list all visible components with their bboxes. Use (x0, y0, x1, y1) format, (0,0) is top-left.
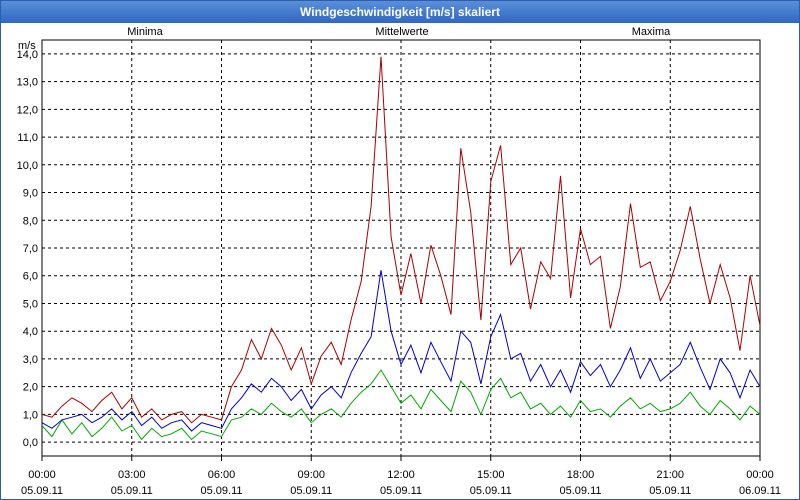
series-line-minima (41, 369, 761, 441)
x-tick-time: 06:00 (208, 469, 236, 481)
x-tick-time: 03:00 (118, 469, 146, 481)
x-tick-time: 00:00 (746, 469, 774, 481)
y-tick-label: 1,0 (23, 409, 38, 421)
x-tick-date: 05.09.11 (649, 485, 691, 497)
x-tick-time: 09:00 (297, 469, 325, 481)
y-tick-label: 7,0 (23, 243, 38, 255)
y-tick-label: 2,0 (23, 382, 38, 394)
x-tick-date: 05.09.11 (111, 485, 153, 497)
y-tick-label: 4,0 (23, 326, 38, 338)
line-chart: m/s 0,01,02,03,04,05,06,07,08,09,010,011… (17, 26, 781, 497)
y-tick-label: 6,0 (23, 271, 38, 283)
x-tick-date: 05.09.11 (200, 485, 242, 497)
x-tick-time: 21:00 (656, 469, 684, 481)
x-tick-time: 15:00 (477, 469, 505, 481)
x-tick-date: 05.09.11 (559, 485, 601, 497)
y-tick-label: 12,0 (17, 104, 38, 116)
x-tick-date: 05.09.11 (290, 485, 332, 497)
legend-entry: Minima (127, 26, 163, 38)
x-tick-time: 12:00 (387, 469, 415, 481)
x-tick-labels: 00:00 05.09.11 03:00 05.09.11 06:00 05.09.11 0… (21, 469, 781, 497)
y-tick-label: 9,0 (23, 188, 38, 200)
x-tick-date: 05.09.11 (380, 485, 422, 497)
x-tick-time: 00:00 (28, 469, 56, 481)
legend-entry: Maxima (632, 26, 671, 38)
y-tick-label: 3,0 (23, 354, 38, 366)
x-tick-date: 05.09.11 (470, 485, 512, 497)
y-tick-label: 13,0 (17, 77, 38, 89)
y-tick-label: 14,0 (17, 49, 38, 61)
y-tick-label: 8,0 (23, 215, 38, 227)
x-tick-time: 18:00 (567, 469, 595, 481)
y-tick-labels: 0,0 1,0 2,0 3,0 4,0 5,0 6,0 7,0 8,0 9,0 10,0 11,0 12… (17, 49, 38, 449)
x-tick-date: 05.09.11 (21, 485, 63, 497)
legend-entry: Mittelwerte (375, 26, 428, 38)
grid-lines (41, 40, 761, 461)
y-tick-label: 11,0 (17, 132, 38, 144)
y-tick-label: 0,0 (23, 437, 38, 449)
x-tick-date: 06.09.11 (739, 485, 781, 497)
y-tick-label: 10,0 (17, 160, 38, 172)
legend: Minima Mittelwerte Maxima (127, 26, 671, 38)
y-tick-label: 5,0 (23, 298, 38, 310)
